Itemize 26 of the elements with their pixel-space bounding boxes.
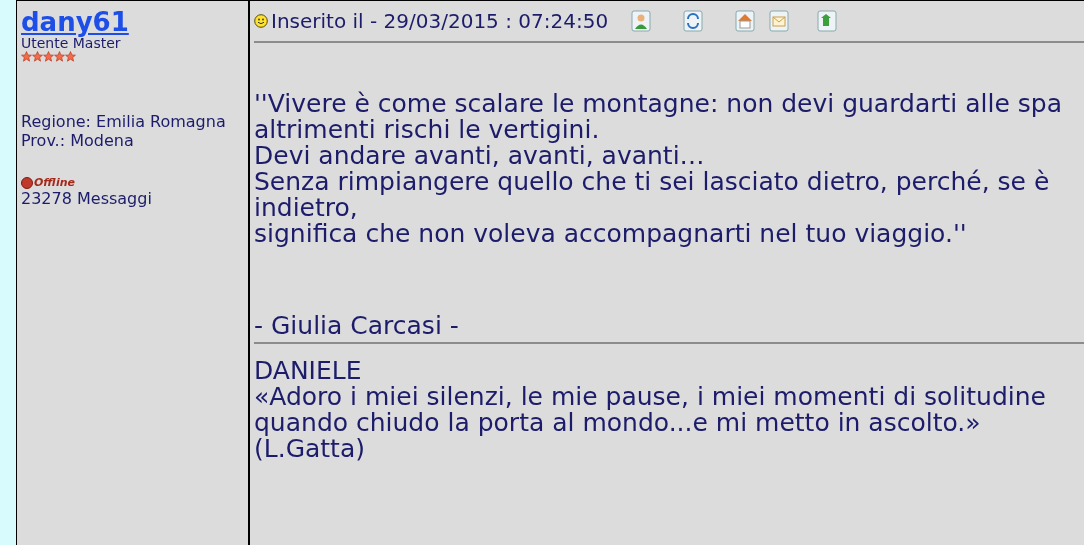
quote-line: altrimenti rischi le vertigini. xyxy=(254,117,600,143)
star-icon xyxy=(32,51,43,62)
star-icon xyxy=(65,51,76,62)
signature-line: (L.Gatta) xyxy=(254,436,365,462)
signature-line: quando chiudo la porta al mondo...e mi metto in ascolto.» xyxy=(254,410,981,436)
profile-icon[interactable] xyxy=(631,10,652,32)
message-count: 23278 Messaggi xyxy=(21,189,152,208)
post-date: Inserito il - 29/03/2015 : 07:24:50 xyxy=(271,9,609,33)
refresh-icon[interactable] xyxy=(683,10,704,32)
star-icon xyxy=(43,51,54,62)
star-icon xyxy=(21,51,32,62)
smiley-icon xyxy=(254,14,268,28)
user-region: Regione: Emilia Romagna xyxy=(21,112,226,131)
quote-line: indietro, xyxy=(254,195,358,221)
quote-author: - Giulia Carcasi - xyxy=(254,313,459,339)
quote-line: Devi andare avanti, avanti, avanti… xyxy=(254,143,705,169)
home-icon[interactable] xyxy=(735,10,756,32)
user-province: Prov.: Modena xyxy=(21,131,134,150)
quote-line: significa che non voleva accompagnarti nel tuo viaggio.'' xyxy=(254,221,967,247)
signature-line: DANIELE xyxy=(254,358,362,384)
star-icon xyxy=(54,51,65,62)
quote-line: ''Vivere è come scalare le montagne: non devi guardarti alle spa xyxy=(254,91,1062,117)
quote-line: Senza rimpiangere quello che ti sei lasciato dietro, perché, se è xyxy=(254,169,1050,195)
signature-line: «Adoro i miei silenzi, le mie pause, i miei momenti di solitudine xyxy=(254,384,1046,410)
status-label: Offline xyxy=(34,176,75,189)
envelope-icon[interactable] xyxy=(769,10,790,32)
